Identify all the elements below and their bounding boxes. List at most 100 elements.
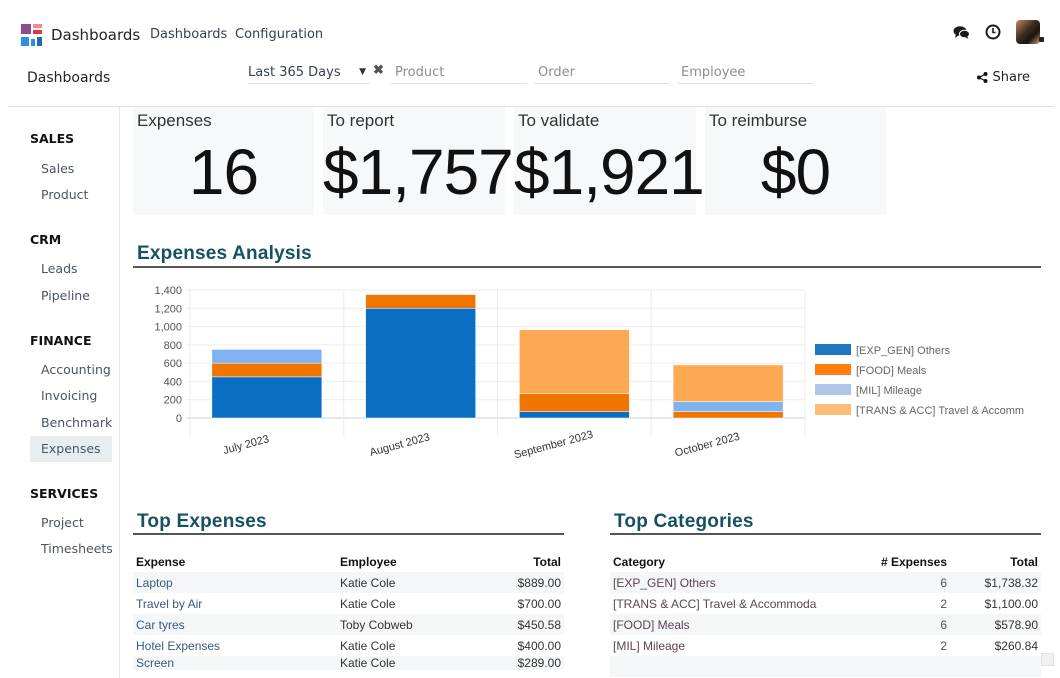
legend-swatch [815, 384, 851, 395]
bar-segment[interactable] [211, 362, 323, 378]
bar-segment[interactable] [672, 411, 784, 419]
table-row[interactable]: Laptop Katie Cole $889.00 [133, 572, 564, 593]
legend-swatch [815, 404, 851, 415]
clear-filter-icon[interactable]: ✖ [373, 62, 384, 78]
share-icon [977, 72, 988, 83]
column-header-expense-count[interactable]: # Expenses [850, 551, 950, 572]
legend-label[interactable]: [FOOD] Meals [856, 365, 927, 377]
legend-swatch [815, 364, 851, 375]
user-avatar[interactable] [1016, 20, 1044, 44]
sidebar-item-invoicing[interactable]: Invoicing [30, 383, 112, 409]
chat-icon[interactable] [952, 23, 970, 41]
y-tick-label: 200 [164, 395, 182, 407]
resize-handle[interactable] [1041, 653, 1054, 666]
sidebar-section-sales: SALES [30, 131, 75, 146]
bar-segment[interactable] [519, 411, 630, 419]
section-divider [133, 266, 1041, 268]
table-row[interactable]: Hotel Expenses Katie Cole $400.00 [133, 635, 564, 656]
y-tick-label: 1,200 [154, 303, 182, 315]
bar-segment[interactable] [211, 376, 323, 419]
bar-segment[interactable] [519, 393, 630, 412]
sidebar-item-leads[interactable]: Leads [30, 256, 112, 282]
bar-segment[interactable] [365, 294, 476, 309]
table-row[interactable]: [TRANS & ACC] Travel & Accommoda 2 $1,10… [610, 593, 1041, 614]
sidebar-item-pipeline[interactable]: Pipeline [30, 283, 112, 309]
bar-segment[interactable] [672, 401, 784, 412]
control-panel: Dashboards Last 365 Days ▼ ✖ Product Ord… [0, 62, 1060, 106]
clock-icon[interactable] [984, 23, 1002, 41]
table-row[interactable]: Screen Katie Cole $289.00 [133, 656, 564, 670]
sidebar-item-expenses[interactable]: Expenses [30, 436, 112, 462]
sidebar-item-timesheets[interactable]: Timesheets [30, 536, 113, 562]
kpi-value: $1,757 [323, 136, 514, 208]
sidebar-item-sales[interactable]: Sales [30, 156, 112, 182]
expenses-analysis-title: Expenses Analysis [137, 243, 312, 264]
kpi-label: To reimburse [709, 111, 808, 130]
menu-configuration[interactable]: Configuration [235, 27, 323, 42]
y-tick-label: 600 [164, 358, 182, 370]
y-tick-label: 800 [164, 340, 182, 352]
expenses-analysis-chart[interactable]: 0 200 400 600 800 1,000 1,200 1,400 July 2023 Aug… [130, 280, 1060, 480]
sidebar-item-product[interactable]: Product [30, 182, 112, 208]
kpi-value: $0 [760, 136, 831, 208]
top-navbar: Dashboards Dashboards Configuration [0, 0, 1060, 62]
column-header-expense[interactable]: Expense [133, 551, 337, 572]
column-header-employee[interactable]: Employee [337, 551, 487, 572]
y-tick-label: 400 [164, 376, 182, 388]
legend-label[interactable]: [EXP_GEN] Others [856, 345, 951, 357]
product-filter-input[interactable]: Product [391, 62, 527, 84]
kpi-label: To report [327, 111, 395, 130]
kpi-card-to-validate[interactable]: To validate $1,921 [514, 107, 705, 215]
kpi-card-to-report[interactable]: To report $1,757 [323, 107, 514, 215]
y-tick-label: 1,000 [154, 322, 182, 334]
y-tick-label: 1,400 [154, 285, 182, 297]
menu-dashboards[interactable]: Dashboards [150, 27, 227, 42]
date-filter-value: Last 365 Days [248, 65, 341, 80]
sidebar-item-project[interactable]: Project [30, 510, 112, 536]
dashboards-app-logo-icon[interactable] [21, 24, 43, 46]
table-row[interactable]: [EXP_GEN] Others 6 $1,738.32 [610, 572, 1041, 593]
legend-label[interactable]: [TRANS & ACC] Travel & Accomm [856, 405, 1024, 417]
app-name[interactable]: Dashboards [51, 26, 140, 44]
table-row-empty [610, 656, 1041, 677]
caret-down-icon: ▼ [359, 67, 366, 77]
legend-swatch [815, 344, 851, 355]
top-categories-title: Top Categories [614, 511, 754, 532]
navbar-systray [952, 20, 1044, 44]
sidebar-section-finance: FINANCE [30, 333, 92, 348]
legend-label[interactable]: [MIL] Mileage [856, 385, 922, 397]
bar-segment[interactable] [519, 329, 630, 395]
x-tick-label: September 2023 [513, 429, 595, 462]
section-divider [610, 533, 1041, 535]
table-row[interactable]: Travel by Air Katie Cole $700.00 [133, 593, 564, 614]
section-divider [133, 533, 564, 535]
column-header-category[interactable]: Category [610, 551, 850, 572]
x-tick-label: October 2023 [674, 431, 741, 460]
kpi-card-to-reimburse[interactable]: To reimburse $0 [705, 107, 886, 215]
kpi-card-expenses[interactable]: Expenses 16 [133, 107, 314, 215]
sidebar-section-crm: CRM [30, 232, 62, 247]
bar-segment[interactable] [672, 364, 784, 402]
x-tick-label: July 2023 [222, 433, 271, 457]
column-header-total[interactable]: Total [950, 551, 1041, 572]
y-tick-label: 0 [176, 413, 182, 425]
kpi-label: To validate [518, 111, 600, 130]
sidebar: SALES Sales Product CRM Leads Pipeline F… [0, 107, 120, 678]
employee-filter-input[interactable]: Employee [677, 62, 814, 84]
kpi-value: $1,921 [514, 136, 705, 208]
top-expenses-table: Expense Employee Total Laptop Katie Cole… [133, 551, 564, 670]
table-row[interactable]: [MIL] Mileage 2 $260.84 [610, 635, 1041, 656]
sidebar-item-benchmark[interactable]: Benchmark [30, 410, 112, 436]
sidebar-section-services: SERVICES [30, 486, 99, 501]
date-filter-select[interactable]: Last 365 Days ▼ [248, 62, 370, 84]
column-header-total[interactable]: Total [487, 551, 564, 572]
kpi-value: 16 [188, 136, 259, 208]
table-row[interactable]: [FOOD] Meals 6 $578.90 [610, 614, 1041, 635]
table-row[interactable]: Car tyres Toby Cobweb $450.58 [133, 614, 564, 635]
bar-segment[interactable] [365, 308, 476, 419]
sidebar-item-accounting[interactable]: Accounting [30, 357, 112, 383]
kpi-label: Expenses [137, 111, 212, 130]
share-button[interactable]: Share [977, 70, 1030, 85]
bar-segment[interactable] [211, 349, 323, 364]
order-filter-input[interactable]: Order [534, 62, 670, 84]
